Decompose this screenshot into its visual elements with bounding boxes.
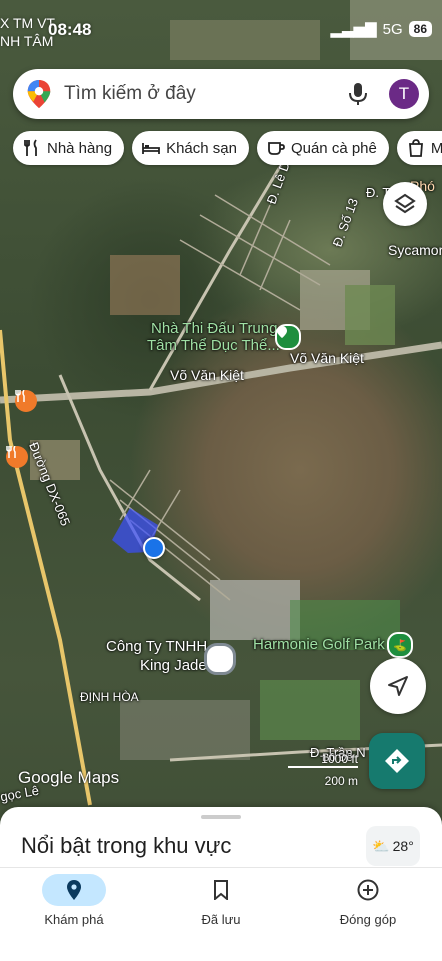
partly-cloudy-icon: ⛅ bbox=[372, 837, 390, 854]
golf-pin-icon[interactable]: ⛳ bbox=[387, 632, 413, 658]
avatar[interactable]: T bbox=[389, 79, 419, 109]
signal-icon: ▂▃▅▇ bbox=[330, 21, 377, 38]
tab-contribute[interactable]: Đóng góp bbox=[308, 874, 428, 927]
google-maps-pin-icon bbox=[27, 79, 51, 109]
add-circle-icon bbox=[308, 874, 428, 906]
chip-shopping[interactable]: Mu bbox=[396, 131, 442, 165]
coffee-icon bbox=[268, 142, 285, 155]
road-label-vo-van-kiet-1: Võ Văn Kiệt bbox=[170, 367, 244, 383]
shopping-bag-icon bbox=[408, 139, 423, 157]
company-label-line1[interactable]: Công Ty TNHH bbox=[106, 638, 207, 655]
layers-button[interactable] bbox=[383, 182, 427, 226]
road-label-vo-van-kiet-2: Võ Văn Kiệt bbox=[290, 350, 364, 366]
status-icons: ▂▃▅▇ 5G 86 bbox=[330, 20, 432, 38]
current-location-dot bbox=[143, 537, 165, 559]
navigation-arrow-icon bbox=[388, 676, 408, 696]
tab-saved[interactable]: Đã lưu bbox=[161, 874, 281, 927]
restaurant-pin-icon[interactable] bbox=[6, 446, 28, 468]
explore-pin-icon bbox=[42, 874, 106, 906]
area-label-dinh-hoa: ĐỊNH HÒA bbox=[80, 690, 139, 704]
sheet-drag-handle[interactable] bbox=[201, 815, 241, 819]
chip-restaurants[interactable]: Nhà hàng bbox=[13, 131, 125, 165]
company-pin-icon[interactable] bbox=[204, 643, 236, 675]
weather-chip[interactable]: ⛅ 28° bbox=[366, 826, 420, 866]
microphone-icon[interactable] bbox=[347, 82, 369, 106]
company-label-line2[interactable]: King Jade bbox=[140, 657, 207, 674]
place-label-sycamore: Sycamor bbox=[388, 242, 442, 258]
arena-label-line2[interactable]: Tâm Thể Dục Thể... bbox=[147, 337, 280, 354]
layers-icon bbox=[394, 193, 416, 214]
bottom-navigation: Khám phá Đã lưu Đóng góp bbox=[0, 867, 442, 961]
tab-explore[interactable]: Khám phá bbox=[14, 874, 134, 927]
bookmark-icon bbox=[161, 874, 281, 906]
my-location-button[interactable] bbox=[370, 658, 426, 714]
chip-hotels[interactable]: Khách sạn bbox=[132, 131, 249, 165]
search-bar[interactable]: Tìm kiếm ở đây T bbox=[13, 69, 429, 119]
carrier-label: X TM VT NH TÂM bbox=[0, 15, 55, 49]
scale-bar: 1000 ft 200 m bbox=[288, 752, 358, 788]
chip-coffee[interactable]: Quán cà phê bbox=[256, 131, 389, 165]
directions-button[interactable] bbox=[369, 733, 425, 789]
google-maps-logo: Google Maps bbox=[18, 768, 120, 787]
network-label: 5G bbox=[382, 20, 403, 38]
golf-label[interactable]: Harmonie Golf Park bbox=[253, 636, 385, 653]
search-input[interactable]: Tìm kiếm ở đây bbox=[64, 83, 347, 105]
arena-pin-icon[interactable] bbox=[275, 324, 301, 350]
battery-icon: 86 bbox=[408, 21, 432, 37]
fork-knife-icon bbox=[24, 139, 37, 156]
directions-icon bbox=[385, 749, 409, 773]
arena-label-line1[interactable]: Nhà Thi Đấu Trung bbox=[151, 320, 277, 337]
bed-icon bbox=[142, 143, 160, 154]
status-bar: X TM VT NH TÂM 08:48 ▂▃▅▇ 5G 86 bbox=[0, 0, 442, 60]
clock-time: 08:48 bbox=[48, 20, 92, 39]
category-chips: Nhà hàng Khách sạn Quán cà phê Mu bbox=[13, 131, 442, 165]
sheet-title: Nổi bật trong khu vực bbox=[21, 833, 232, 858]
restaurant-pin-icon[interactable] bbox=[15, 390, 37, 412]
